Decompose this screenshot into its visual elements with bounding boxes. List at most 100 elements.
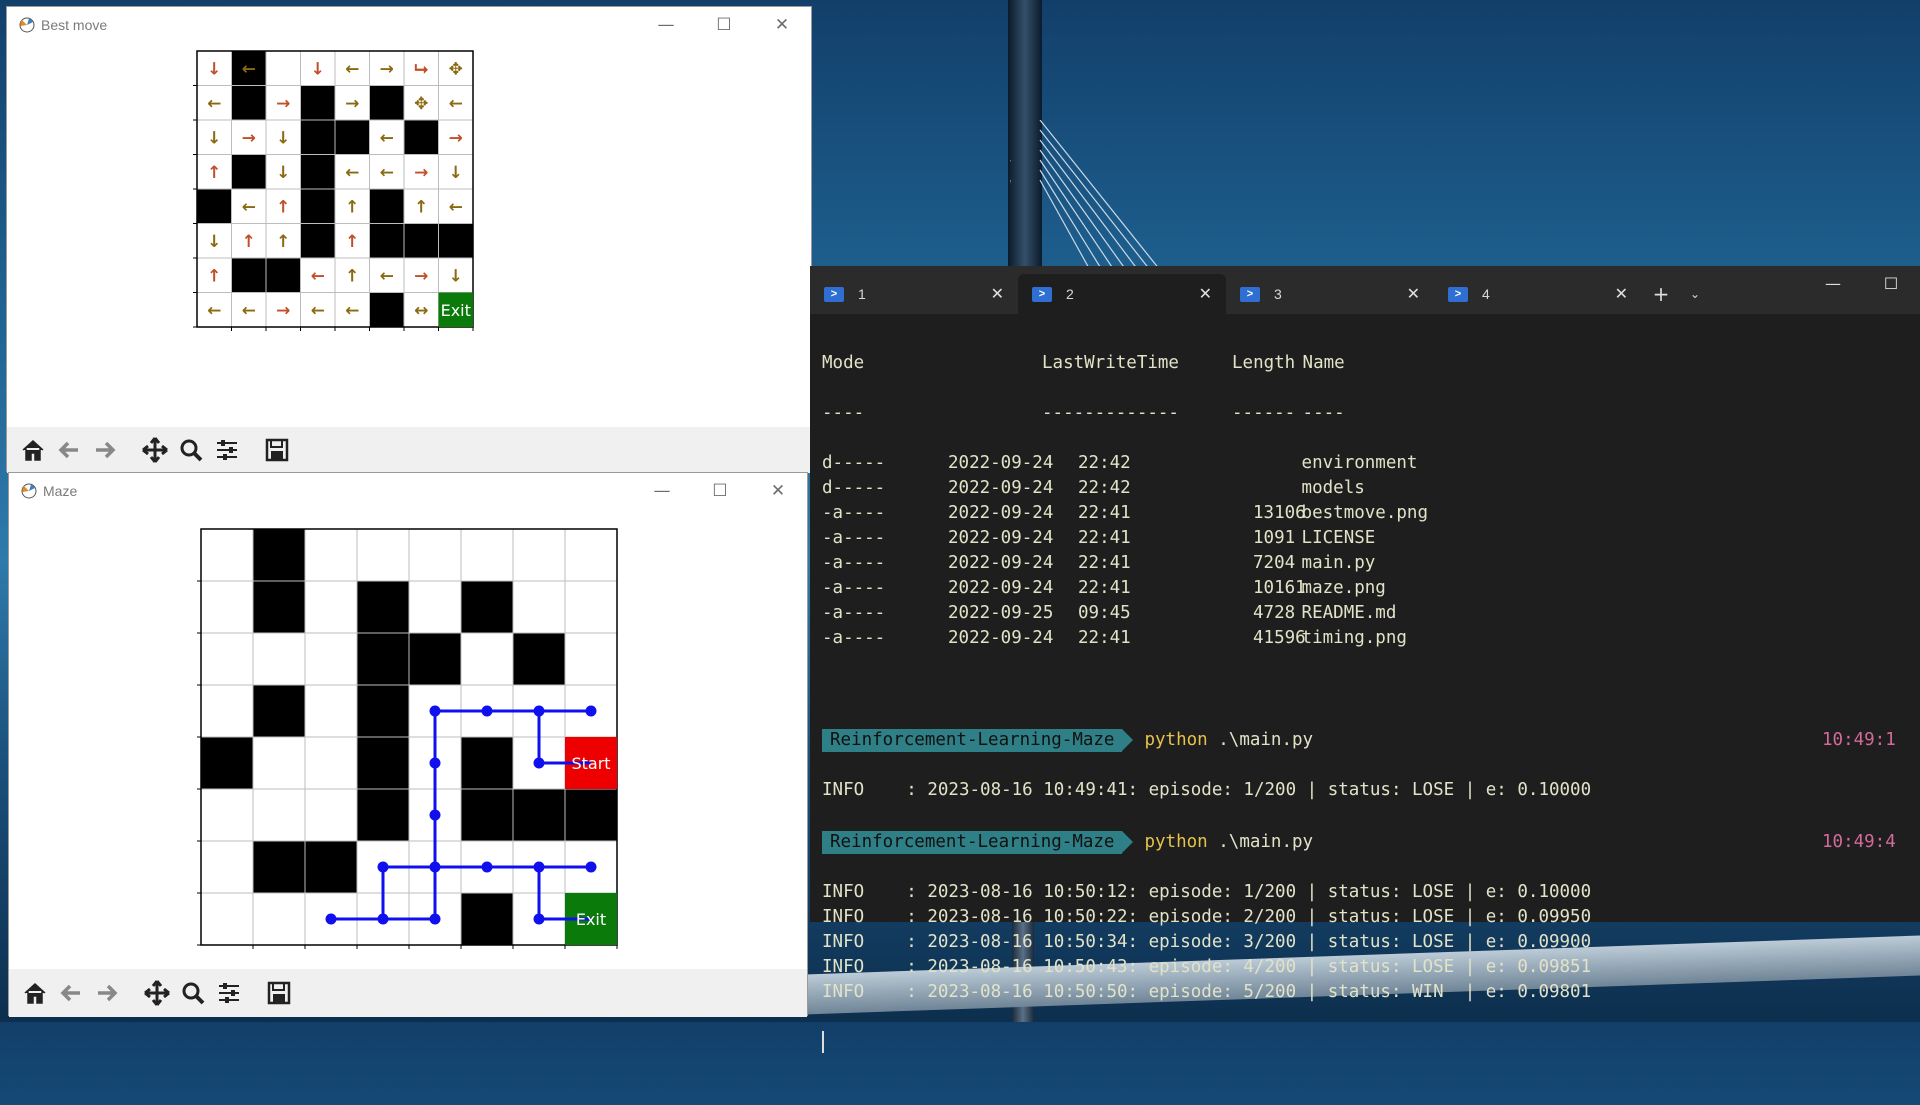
best-move-arrow: ← [449, 197, 463, 217]
file-mode: -a---- [822, 628, 886, 648]
maze-wall-cell [300, 188, 336, 224]
back-icon[interactable] [53, 434, 85, 466]
pan-icon[interactable] [141, 977, 173, 1009]
home-icon[interactable] [19, 977, 51, 1009]
file-time: 22:41 [1078, 528, 1131, 548]
log-line: INFO : 2023-08-16 10:50:12: episode: 1/2… [822, 882, 1592, 902]
maze-wall-cell [438, 223, 474, 259]
terminal-output[interactable]: Mode LastWriteTime Length Name ---- -------… [822, 326, 1896, 1105]
minimize-button[interactable]: — [633, 473, 691, 509]
maze-wall-cell [334, 119, 370, 155]
maximize-button[interactable]: ☐ [695, 7, 753, 43]
tab-label: 1 [858, 286, 866, 302]
chevron-down-icon[interactable]: ⌄ [1680, 274, 1710, 314]
file-mode: -a---- [822, 578, 886, 598]
maze-wall-cell [356, 788, 410, 842]
file-name: timing.png [1301, 628, 1407, 648]
file-length: 41596 [1253, 628, 1306, 648]
file-length: 13106 [1253, 503, 1306, 523]
prompt-line: Reinforcement-Learning-Maze python .\main… [822, 830, 1896, 855]
best-move-arrow: ↓ [276, 163, 290, 183]
best-move-arrow: ← [345, 59, 359, 79]
maximize-button[interactable]: ☐ [691, 473, 749, 509]
maze-open-cell [200, 788, 254, 842]
maze-open-cell [512, 580, 566, 634]
best-move-arrow: → [449, 128, 463, 148]
configure-subplots-icon[interactable] [213, 977, 245, 1009]
file-name: models [1301, 478, 1365, 498]
minimize-button[interactable]: — [1804, 266, 1862, 300]
maze-plot[interactable]: Start Exit [9, 509, 809, 955]
pan-icon[interactable] [139, 434, 171, 466]
home-icon[interactable] [17, 434, 49, 466]
best-move-arrow: ← [345, 301, 359, 321]
forward-icon[interactable] [91, 977, 123, 1009]
file-date: 2022-09-24 [948, 553, 1054, 573]
new-tab-button[interactable]: + [1642, 274, 1680, 314]
terminal-window: >1 ✕ >2 ✕ >3 ✕ >4 ✕ + ⌄ — ☐ Mode LastWriteTim… [810, 266, 1920, 1053]
maze-wall-cell [252, 580, 306, 634]
maze-open-cell [304, 736, 358, 790]
maze-wall-cell [252, 528, 306, 582]
maze-open-cell [460, 528, 514, 582]
zoom-icon[interactable] [177, 977, 209, 1009]
tab-label: 2 [1066, 286, 1074, 302]
close-icon[interactable]: ✕ [991, 284, 1004, 304]
agent-path-point [377, 913, 389, 925]
close-button[interactable]: ✕ [749, 473, 807, 509]
start-label: Start [571, 754, 610, 773]
close-button[interactable]: ✕ [753, 7, 811, 43]
maze-wall-cell [300, 223, 336, 259]
file-mode: d----- [822, 478, 886, 498]
save-icon[interactable] [263, 977, 295, 1009]
agent-path-point [429, 809, 441, 821]
tab-3[interactable]: >3 ✕ [1226, 274, 1434, 314]
bestmove-plot[interactable]: ↓ ← ↓ ← → ⮡ ✥ ← → → ✥ ← ↓ → ↓ ← → ↑ ↓ ← ← → ↓ ← ↑ ↑ ↑ ← ↓ ↑ ↑ ↑ ↑ ← ↑ ← → ↓ ← ←… [7, 43, 813, 427]
maze-wall-cell [231, 257, 267, 293]
powershell-icon: > [824, 286, 844, 302]
log-line: INFO : 2023-08-16 10:50:43: episode: 4/2… [822, 957, 1592, 977]
file-time: 22:42 [1078, 453, 1131, 473]
best-move-arrow: ← [311, 266, 325, 286]
file-time: 22:41 [1078, 503, 1131, 523]
maze-open-cell [356, 528, 410, 582]
best-move-arrow: ← [449, 94, 463, 114]
maze-open-cell [408, 528, 462, 582]
tab-2[interactable]: >2 ✕ [1018, 274, 1226, 314]
maze-open-cell [304, 632, 358, 686]
best-move-arrow: → [345, 94, 359, 114]
best-move-arrow: ← [311, 301, 325, 321]
best-move-arrow: ⮡ [414, 59, 428, 79]
zoom-icon[interactable] [175, 434, 207, 466]
best-move-arrow: ✥ [449, 59, 463, 79]
best-move-arrow: ↓ [311, 59, 325, 79]
file-row: -a---- 2022-09-24 22:41 41596 timing.png [822, 626, 1591, 651]
file-row: -a---- 2022-09-25 09:45 4728 README.md [822, 601, 1591, 626]
close-icon[interactable]: ✕ [1199, 284, 1212, 304]
close-icon[interactable]: ✕ [1407, 284, 1420, 304]
maze-window: Maze — ☐ ✕ Start Exit [8, 472, 809, 1017]
best-move-arrow: ↑ [242, 232, 256, 252]
agent-path-point [377, 861, 389, 873]
tab-1[interactable]: >1 ✕ [810, 274, 1018, 314]
minimize-button[interactable]: — [637, 7, 695, 43]
save-icon[interactable] [261, 434, 293, 466]
close-icon[interactable]: ✕ [1615, 284, 1628, 304]
best-move-arrow: → [276, 94, 290, 114]
maximize-button[interactable]: ☐ [1862, 266, 1920, 300]
file-name: environment [1301, 453, 1418, 473]
best-move-arrow: ↓ [207, 59, 221, 79]
best-move-arrow: → [276, 301, 290, 321]
best-move-arrow: ↓ [207, 128, 221, 148]
back-icon[interactable] [55, 977, 87, 1009]
matplotlib-icon [19, 17, 35, 33]
tab-4[interactable]: >4 ✕ [1434, 274, 1642, 314]
agent-path-point [533, 861, 545, 873]
agent-path-point [585, 705, 597, 717]
forward-icon[interactable] [89, 434, 121, 466]
prompt-time: 10:49:1 [1822, 730, 1896, 750]
file-row: -a---- 2022-09-24 22:41 7204 main.py [822, 551, 1591, 576]
agent-path-point [429, 757, 441, 769]
configure-subplots-icon[interactable] [211, 434, 243, 466]
file-date: 2022-09-24 [948, 628, 1054, 648]
